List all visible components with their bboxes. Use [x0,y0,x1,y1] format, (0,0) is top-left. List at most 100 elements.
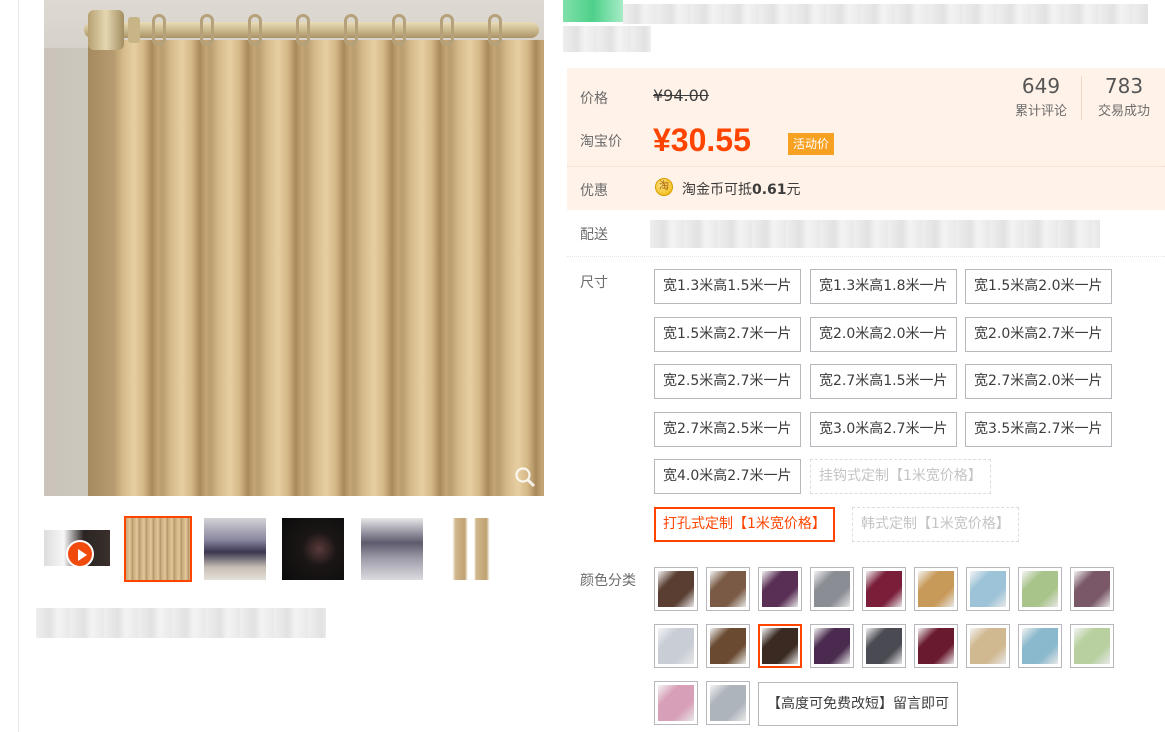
curtain-ring [200,14,214,46]
sales-count-caption: 交易成功 [1097,104,1150,119]
color-swatch[interactable] [914,567,958,611]
size-option[interactable]: 宽1.3米高1.5米一片 [654,269,801,304]
section-divider [567,256,1165,257]
color-swatch[interactable] [966,567,1010,611]
color-swatch-image [658,685,694,721]
color-swatch[interactable] [862,567,906,611]
curtain-fabric [114,40,544,496]
color-swatch[interactable] [914,624,958,668]
product-title-blurred [623,4,1148,24]
thumbnail-4[interactable] [361,518,423,580]
main-product-image[interactable] [44,0,544,496]
play-icon[interactable] [66,540,94,568]
color-swatch-image [970,628,1006,664]
color-swatch[interactable] [862,624,906,668]
color-swatch[interactable] [758,567,802,611]
size-option[interactable]: 宽2.0米高2.0米一片 [810,317,957,352]
shipping-info-blurred [650,220,1100,248]
thumbnail-strip [44,516,504,582]
review-count-number: 649 [1021,74,1061,98]
title-blur-accent [563,0,623,22]
rod-bracket [128,17,140,43]
left-divider [18,0,19,732]
color-option-text[interactable]: 【高度可免费改短】留言即可 [758,682,958,726]
thumbnail-5[interactable] [440,518,502,580]
color-swatch-image [970,571,1006,607]
rod-finial [88,10,124,50]
color-swatch[interactable] [706,567,750,611]
curtain-ring [248,14,262,46]
color-swatch-image [814,628,850,664]
curtain-ring [440,14,454,46]
size-option[interactable]: 宽2.7米高2.0米一片 [965,364,1112,399]
share-blurred [36,608,326,638]
shipping-label: 配送 [580,227,608,243]
curtain-ring [392,14,406,46]
color-swatch[interactable] [810,567,854,611]
color-swatch[interactable] [706,681,750,725]
color-swatch[interactable] [1018,567,1062,611]
curtain-ring [344,14,358,46]
thumbnail-1[interactable] [124,516,192,582]
color-swatch-image [762,571,798,607]
review-count-caption: 累计评论 [1014,104,1067,119]
size-option[interactable]: 宽1.5米高2.0米一片 [965,269,1112,304]
color-swatch[interactable] [706,624,750,668]
thumbnail-2[interactable] [204,518,266,580]
color-swatch-selected[interactable] [758,624,802,668]
size-option[interactable]: 宽3.0米高2.7米一片 [810,412,957,447]
curtain-ring [296,14,310,46]
color-swatch[interactable] [1018,624,1062,668]
color-swatch-image [710,628,746,664]
color-swatch-image [866,628,902,664]
color-swatch-image [1074,571,1110,607]
promo-text-suffix: 元 [786,182,801,198]
color-swatch[interactable] [654,681,698,725]
size-option[interactable]: 宽2.5米高2.7米一片 [654,364,801,399]
size-option[interactable]: 宽4.0米高2.7米一片 [654,459,801,494]
color-label: 颜色分类 [580,573,636,589]
stat-divider [1081,76,1082,120]
color-swatch-image [918,628,954,664]
thumbnail-3[interactable] [282,518,344,580]
size-label: 尺寸 [580,275,608,291]
color-swatch[interactable] [1070,567,1114,611]
color-swatch-image [658,571,694,607]
color-swatch[interactable] [810,624,854,668]
size-option[interactable]: 宽1.3米高1.8米一片 [810,269,957,304]
color-swatch-image [918,571,954,607]
size-option[interactable]: 宽2.0米高2.7米一片 [965,317,1112,352]
size-option-disabled: 挂钩式定制【1米宽价格】 [810,459,991,494]
color-swatch-image [762,628,798,664]
sales-count[interactable]: 783 交易成功 [1092,74,1156,119]
product-page: 价格 ¥94.00 淘宝价 ¥30.55 活动价 649 累计评论 783 交易… [0,0,1165,732]
color-swatch[interactable] [654,567,698,611]
size-option-disabled: 韩式定制【1米宽价格】 [852,507,1019,542]
curtain-ring [152,14,166,46]
size-option[interactable]: 宽3.5米高2.7米一片 [965,412,1112,447]
color-swatch[interactable] [1070,624,1114,668]
promo-text: 淘金币可抵0.61元 [682,179,801,199]
product-title-blurred-2 [563,26,651,52]
promo-text-prefix: 淘金币可抵 [682,182,752,198]
color-swatch-image [658,628,694,664]
list-price-label: 价格 [580,91,608,107]
zoom-icon[interactable] [514,466,536,488]
curtain-ring [488,14,502,46]
color-swatch-image [1022,628,1058,664]
color-swatch[interactable] [654,624,698,668]
size-option[interactable]: 宽2.7米高1.5米一片 [810,364,957,399]
sales-count-number: 783 [1104,74,1144,98]
size-option[interactable]: 宽1.5米高2.7米一片 [654,317,801,352]
color-swatch-image [866,571,902,607]
color-swatch-image [710,571,746,607]
size-option[interactable]: 宽2.7米高2.5米一片 [654,412,801,447]
promo-label: 优惠 [580,183,608,199]
review-count[interactable]: 649 累计评论 [1010,74,1072,119]
color-swatch[interactable] [966,624,1010,668]
color-swatch-image [814,571,850,607]
color-swatch-image [1022,571,1058,607]
sale-price: ¥30.55 [653,122,751,158]
promo-amount: 0.61 [752,182,787,198]
size-option-selected[interactable]: 打孔式定制【1米宽价格】 [654,507,835,542]
